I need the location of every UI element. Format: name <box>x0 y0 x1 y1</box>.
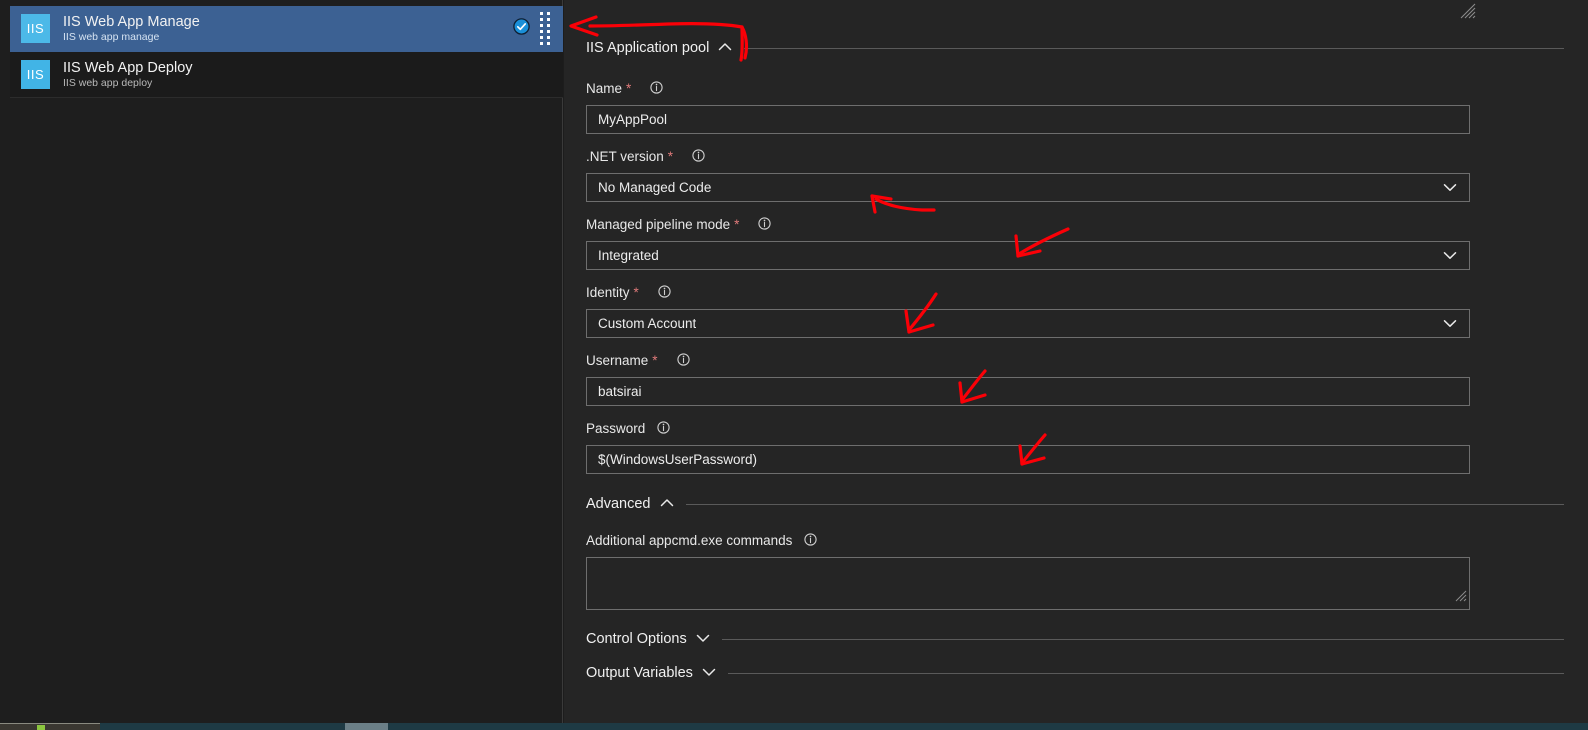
task-list-column: IIS IIS Web App Manage IIS web app manag… <box>0 0 563 723</box>
task-item-text: IIS Web App Manage IIS web app manage <box>63 14 513 44</box>
chevron-down-icon <box>1443 179 1457 197</box>
info-icon[interactable] <box>676 352 690 369</box>
field-label-net-version: .NET version * <box>586 147 1588 166</box>
section-title: Advanced <box>586 496 651 512</box>
section-header-advanced[interactable]: Advanced <box>586 492 1588 516</box>
task-item-text: IIS Web App Deploy IIS web app deploy <box>63 60 563 90</box>
field-name: Name * MyAppPool <box>586 79 1588 134</box>
task-properties-panel: IIS Application pool Name * MyAppPool .N… <box>564 0 1588 723</box>
label-text: Managed pipeline mode <box>586 217 731 232</box>
chevron-up-icon <box>718 39 732 57</box>
section-header-control-options[interactable]: Control Options <box>586 627 1588 651</box>
start-glyph-icon <box>37 725 45 730</box>
info-icon[interactable] <box>758 216 772 233</box>
task-item-title: IIS Web App Deploy <box>63 59 193 76</box>
field-label-additional-appcmd-commands: Additional appcmd.exe commands <box>586 531 1588 550</box>
field-password: Password $(WindowsUserPassword) <box>586 419 1588 474</box>
section-header-iis-application-pool[interactable]: IIS Application pool <box>586 36 1588 60</box>
label-text: Username <box>586 353 649 368</box>
task-item-title: IIS Web App Manage <box>63 13 200 30</box>
panel-content: IIS Application pool Name * MyAppPool .N… <box>586 0 1588 685</box>
section-rule <box>721 638 1564 640</box>
username-input-value: batsirai <box>598 384 642 399</box>
taskbar <box>0 723 1588 730</box>
password-input[interactable]: $(WindowsUserPassword) <box>586 445 1470 474</box>
field-username: Username * batsirai <box>586 351 1588 406</box>
task-list-item-iis-web-app-manage[interactable]: IIS IIS Web App Manage IIS web app manag… <box>10 6 563 52</box>
field-label-managed-pipeline-mode: Managed pipeline mode * <box>586 215 1588 234</box>
iis-tile-icon: IIS <box>21 60 50 89</box>
field-identity: Identity * Custom Account <box>586 283 1588 338</box>
required-marker: * <box>667 148 674 164</box>
info-icon[interactable] <box>692 148 705 165</box>
field-label-name: Name * <box>586 79 1588 98</box>
label-text: .NET version <box>586 149 664 164</box>
chevron-down-icon <box>702 664 716 682</box>
taskbar-active-window-button[interactable] <box>345 723 388 730</box>
password-input-value: $(WindowsUserPassword) <box>598 452 758 467</box>
section-rule <box>685 503 1564 505</box>
field-label-username: Username * <box>586 351 1588 370</box>
section-title: IIS Application pool <box>586 40 710 56</box>
net-version-select[interactable]: No Managed Code <box>586 173 1470 202</box>
task-list-item-iis-web-app-deploy[interactable]: IIS IIS Web App Deploy IIS web app deplo… <box>10 52 563 98</box>
net-version-value: No Managed Code <box>598 180 712 195</box>
chevron-down-icon <box>1443 247 1457 265</box>
managed-pipeline-mode-value: Integrated <box>598 248 659 263</box>
label-text: Password <box>586 421 646 436</box>
info-icon[interactable] <box>804 532 818 549</box>
info-icon[interactable] <box>657 420 670 437</box>
chevron-down-icon <box>696 630 710 648</box>
section-header-output-variables[interactable]: Output Variables <box>586 661 1588 685</box>
field-additional-appcmd-commands: Additional appcmd.exe commands <box>586 531 1588 610</box>
textarea-resize-grip[interactable] <box>1454 589 1467 607</box>
info-icon[interactable] <box>658 284 671 301</box>
identity-value: Custom Account <box>598 316 697 331</box>
field-label-identity: Identity * <box>586 283 1588 302</box>
iis-tile-icon: IIS <box>21 14 50 43</box>
task-item-subtitle: IIS web app manage <box>63 30 160 43</box>
section-rule <box>744 47 1564 49</box>
field-net-version: .NET version * No Managed Code <box>586 147 1588 202</box>
drag-handle-icon[interactable] <box>540 12 551 45</box>
info-icon[interactable] <box>650 80 663 97</box>
name-input-value: MyAppPool <box>598 112 668 127</box>
section-title: Control Options <box>586 631 687 647</box>
section-rule <box>727 672 1564 674</box>
required-marker: * <box>626 80 632 96</box>
enabled-check-icon[interactable] <box>513 17 530 40</box>
task-list: IIS IIS Web App Manage IIS web app manag… <box>10 6 563 98</box>
username-input[interactable]: batsirai <box>586 377 1470 406</box>
taskbar-start-button[interactable] <box>0 723 100 730</box>
managed-pipeline-mode-select[interactable]: Integrated <box>586 241 1470 270</box>
identity-select[interactable]: Custom Account <box>586 309 1470 338</box>
required-marker: * <box>652 352 658 368</box>
required-marker: * <box>734 216 740 232</box>
chevron-up-icon <box>660 495 674 513</box>
field-label-password: Password <box>586 419 1588 438</box>
label-text: Additional appcmd.exe commands <box>586 533 793 548</box>
task-item-subtitle: IIS web app deploy <box>63 76 153 89</box>
name-input[interactable]: MyAppPool <box>586 105 1470 134</box>
label-text: Identity <box>586 285 630 300</box>
chevron-down-icon <box>1443 315 1457 333</box>
section-title: Output Variables <box>586 665 693 681</box>
field-managed-pipeline-mode: Managed pipeline mode * Integrated <box>586 215 1588 270</box>
additional-appcmd-commands-textarea[interactable] <box>586 557 1470 610</box>
required-marker: * <box>633 284 639 300</box>
label-text: Name <box>586 81 623 96</box>
